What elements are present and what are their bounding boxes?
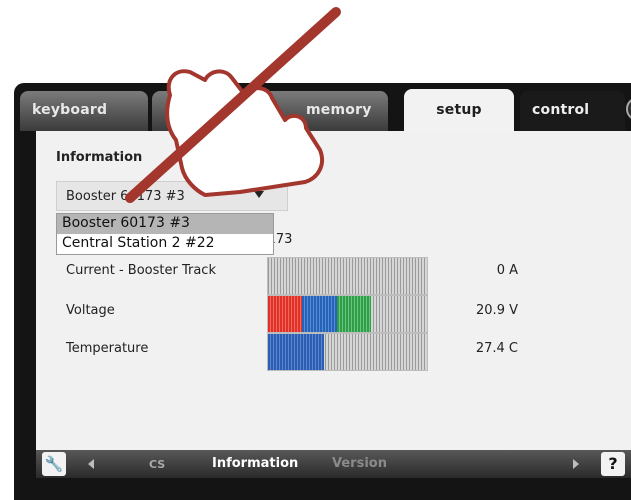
nav-item-cs[interactable]: CS bbox=[149, 458, 165, 471]
temperature-bar bbox=[267, 333, 428, 371]
tab-setup[interactable]: setup bbox=[404, 89, 514, 133]
tab-memory[interactable]: memory bbox=[246, 91, 388, 131]
gauge-icon[interactable] bbox=[626, 97, 631, 121]
tab-hidden[interactable] bbox=[152, 91, 242, 131]
voltage-value: 20.9 V bbox=[476, 303, 518, 318]
nav-item-information[interactable]: Information bbox=[212, 456, 298, 471]
dropdown-option-central-station[interactable]: Central Station 2 #22 bbox=[57, 234, 273, 254]
voltage-label: Voltage bbox=[66, 303, 115, 318]
nav-item-version[interactable]: Version bbox=[332, 456, 387, 471]
temperature-value: 27.4 C bbox=[475, 341, 518, 356]
setup-panel: Information Booster 60173 #3 60173 Curre… bbox=[36, 131, 631, 450]
voltage-bar-blue-segment bbox=[302, 296, 337, 332]
current-value: 0 A bbox=[496, 263, 518, 278]
central-station-screen: keyboard memory setup control Informatio… bbox=[14, 83, 631, 500]
wrench-icon[interactable]: 🔧 bbox=[42, 452, 66, 476]
chevron-down-icon[interactable] bbox=[254, 191, 264, 198]
arrow-right-icon[interactable] bbox=[573, 459, 579, 469]
temperature-label: Temperature bbox=[66, 341, 149, 356]
current-label: Current - Booster Track bbox=[66, 263, 216, 278]
arrow-left-icon[interactable] bbox=[88, 459, 94, 469]
voltage-bar-green-segment bbox=[336, 296, 372, 332]
dropdown-option-booster[interactable]: Booster 60173 #3 bbox=[57, 214, 273, 234]
tab-control[interactable]: control bbox=[520, 91, 625, 131]
voltage-bar bbox=[267, 295, 428, 333]
voltage-bar-red-segment bbox=[268, 296, 303, 332]
current-bar bbox=[267, 257, 428, 295]
help-button[interactable]: ? bbox=[601, 452, 625, 476]
temperature-bar-fill bbox=[268, 334, 324, 370]
bottom-nav-bar: 🔧 CS Information Version ? bbox=[36, 450, 631, 478]
tab-keyboard[interactable]: keyboard bbox=[20, 91, 148, 131]
device-dropdown-list: Booster 60173 #3 Central Station 2 #22 bbox=[56, 213, 274, 255]
section-title: Information bbox=[56, 150, 143, 165]
